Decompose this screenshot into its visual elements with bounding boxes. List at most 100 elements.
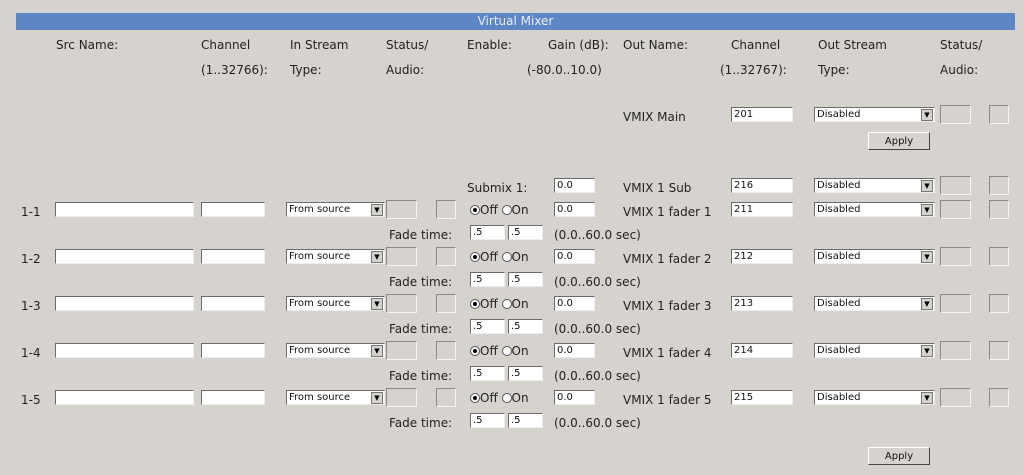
- in-stream-select[interactable]: From source ▼: [286, 249, 385, 264]
- header-in-stream: In Stream: [290, 38, 349, 52]
- out-status-box: [940, 388, 971, 407]
- fade-out-input[interactable]: .5: [508, 225, 543, 240]
- radio-on-icon[interactable]: [501, 346, 512, 356]
- gain-input[interactable]: 0.0: [554, 343, 595, 358]
- main-out-stream-select[interactable]: Disabled ▼: [814, 107, 935, 122]
- channel-input[interactable]: [201, 390, 265, 405]
- status-box: [386, 247, 417, 266]
- fade-out-input[interactable]: .5: [508, 413, 543, 428]
- submix-out-stream-select[interactable]: Disabled ▼: [814, 178, 935, 193]
- enable-radio-group[interactable]: Off On: [470, 391, 529, 405]
- fade-range-label: (0.0..60.0 sec): [554, 369, 641, 383]
- submix-gain-input[interactable]: 0.0: [554, 178, 595, 193]
- out-name-label: VMIX 1 fader 3: [623, 299, 712, 313]
- fade-in-input[interactable]: .5: [470, 225, 505, 240]
- out-stream-value: Disabled: [817, 345, 861, 356]
- out-channel-input[interactable]: 211: [731, 202, 793, 217]
- header-status-in-audio: Audio:: [386, 63, 425, 77]
- out-status-box: [940, 200, 971, 219]
- radio-off-label: Off: [480, 344, 498, 358]
- fade-out-input[interactable]: .5: [508, 319, 543, 334]
- src-name-input[interactable]: [55, 390, 194, 405]
- out-stream-select[interactable]: Disabled ▼: [814, 343, 935, 358]
- src-name-input[interactable]: [55, 343, 194, 358]
- header-enable: Enable:: [467, 38, 512, 52]
- dropdown-arrow-icon: ▼: [371, 204, 383, 216]
- in-stream-select[interactable]: From source ▼: [286, 390, 385, 405]
- main-apply-button[interactable]: Apply: [868, 132, 930, 150]
- radio-on-label: On: [511, 203, 529, 217]
- src-name-input[interactable]: [55, 202, 194, 217]
- fade-in-input[interactable]: .5: [470, 272, 505, 287]
- radio-off-selected-icon[interactable]: [470, 393, 480, 403]
- radio-on-icon[interactable]: [501, 252, 512, 262]
- row-id-label: 1-2: [21, 252, 41, 266]
- channel-input[interactable]: [201, 202, 265, 217]
- submix-audio-box: [989, 176, 1009, 195]
- header-src-name: Src Name:: [56, 38, 119, 52]
- in-stream-select[interactable]: From source ▼: [286, 296, 385, 311]
- submix-channel-input[interactable]: 216: [731, 178, 793, 193]
- out-channel-input[interactable]: 215: [731, 390, 793, 405]
- enable-radio-group[interactable]: Off On: [470, 344, 529, 358]
- fade-in-input[interactable]: .5: [470, 413, 505, 428]
- fade-in-input[interactable]: .5: [470, 366, 505, 381]
- radio-off-label: Off: [480, 250, 498, 264]
- in-stream-select[interactable]: From source ▼: [286, 202, 385, 217]
- out-stream-select[interactable]: Disabled ▼: [814, 202, 935, 217]
- dropdown-arrow-icon: ▼: [921, 204, 933, 216]
- in-stream-select[interactable]: From source ▼: [286, 343, 385, 358]
- radio-off-label: Off: [480, 297, 498, 311]
- main-channel-input[interactable]: 201: [731, 107, 793, 122]
- enable-radio-group[interactable]: Off On: [470, 203, 529, 217]
- gain-input[interactable]: 0.0: [554, 296, 595, 311]
- radio-on-icon[interactable]: [501, 299, 512, 309]
- radio-on-icon[interactable]: [501, 393, 512, 403]
- src-name-input[interactable]: [55, 249, 194, 264]
- radio-on-label: On: [511, 344, 529, 358]
- fade-out-input[interactable]: .5: [508, 272, 543, 287]
- in-stream-value: From source: [289, 251, 351, 262]
- radio-off-label: Off: [480, 203, 498, 217]
- out-channel-input[interactable]: 214: [731, 343, 793, 358]
- radio-off-selected-icon[interactable]: [470, 299, 480, 309]
- out-stream-select[interactable]: Disabled ▼: [814, 390, 935, 405]
- audio-box: [436, 388, 456, 407]
- src-name-input[interactable]: [55, 296, 194, 311]
- in-stream-value: From source: [289, 345, 351, 356]
- enable-radio-group[interactable]: Off On: [470, 250, 529, 264]
- main-out-stream-value: Disabled: [817, 109, 861, 120]
- bottom-apply-button[interactable]: Apply: [868, 447, 930, 465]
- main-status-box: [940, 105, 971, 124]
- radio-on-icon[interactable]: [501, 205, 512, 215]
- status-box: [386, 200, 417, 219]
- header-out-stream-type: Type:: [818, 63, 850, 77]
- channel-input[interactable]: [201, 249, 265, 264]
- out-stream-select[interactable]: Disabled ▼: [814, 296, 935, 311]
- radio-off-selected-icon[interactable]: [470, 346, 480, 356]
- out-stream-select[interactable]: Disabled ▼: [814, 249, 935, 264]
- enable-radio-group[interactable]: Off On: [470, 297, 529, 311]
- fade-range-label: (0.0..60.0 sec): [554, 416, 641, 430]
- dropdown-arrow-icon: ▼: [371, 392, 383, 404]
- radio-off-selected-icon[interactable]: [470, 205, 480, 215]
- out-channel-input[interactable]: 212: [731, 249, 793, 264]
- fade-in-input[interactable]: .5: [470, 319, 505, 334]
- status-box: [386, 341, 417, 360]
- mixer-title: Virtual Mixer: [16, 13, 1015, 30]
- gain-input[interactable]: 0.0: [554, 202, 595, 217]
- header-gain: Gain (dB):: [548, 38, 609, 52]
- channel-input[interactable]: [201, 343, 265, 358]
- fade-range-label: (0.0..60.0 sec): [554, 275, 641, 289]
- audio-box: [436, 294, 456, 313]
- main-audio-box: [989, 105, 1009, 124]
- radio-off-selected-icon[interactable]: [470, 252, 480, 262]
- header-out-stream: Out Stream: [818, 38, 887, 52]
- out-stream-value: Disabled: [817, 392, 861, 403]
- dropdown-arrow-icon: ▼: [921, 298, 933, 310]
- out-channel-input[interactable]: 213: [731, 296, 793, 311]
- gain-input[interactable]: 0.0: [554, 390, 595, 405]
- gain-input[interactable]: 0.0: [554, 249, 595, 264]
- fade-out-input[interactable]: .5: [508, 366, 543, 381]
- channel-input[interactable]: [201, 296, 265, 311]
